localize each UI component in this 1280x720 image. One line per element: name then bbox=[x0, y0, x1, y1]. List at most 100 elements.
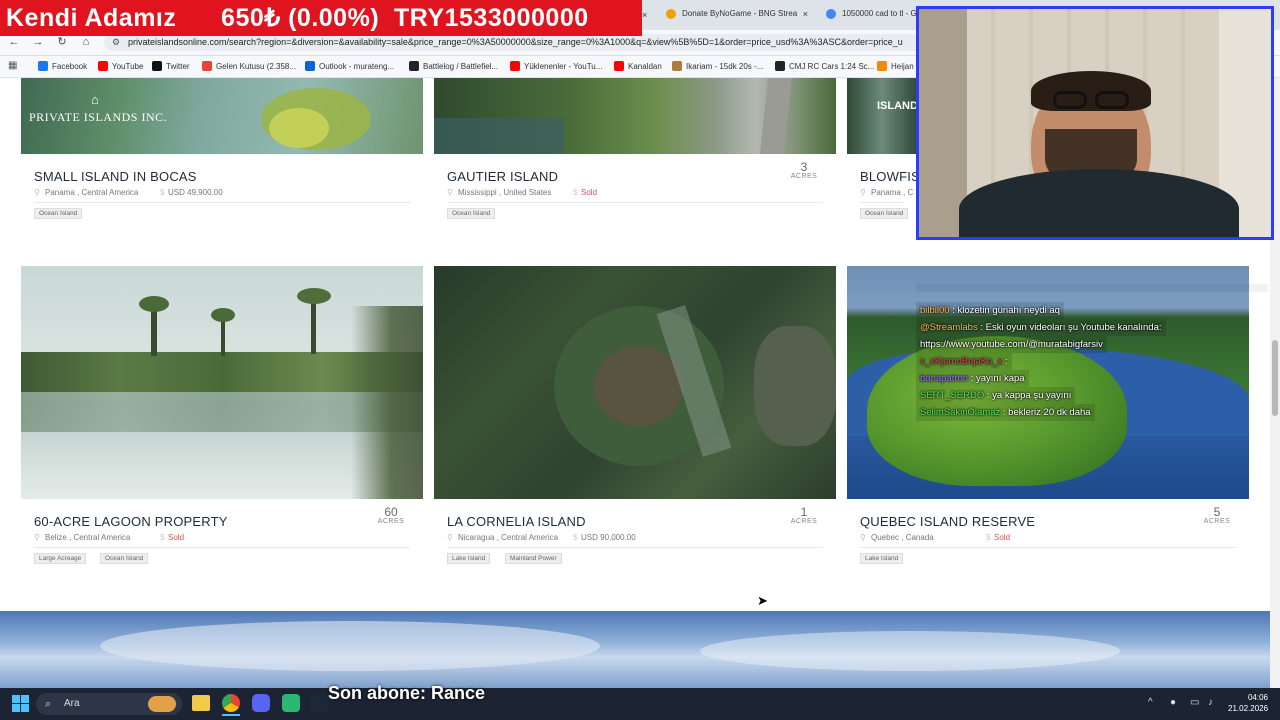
steam-icon[interactable] bbox=[310, 694, 328, 712]
discord-icon[interactable] bbox=[252, 694, 270, 712]
listing-title[interactable]: QUEBEC ISLAND RESERVE bbox=[860, 514, 1035, 529]
bookmark-item[interactable]: YouTube bbox=[98, 60, 143, 73]
app-icon[interactable] bbox=[282, 694, 300, 712]
bookmark-label: Gelen Kutusu (2.358... bbox=[216, 62, 297, 71]
bookmark-favicon-icon bbox=[775, 61, 785, 71]
listing-image[interactable] bbox=[434, 78, 836, 154]
price-icon: $ bbox=[160, 188, 165, 197]
bookmark-favicon-icon bbox=[98, 61, 108, 71]
location-pin-icon: ⚲ bbox=[860, 188, 866, 197]
sold-status: Sold bbox=[168, 533, 185, 542]
reload-icon[interactable]: ↻ bbox=[54, 34, 70, 50]
search-icon: ⌕ bbox=[45, 698, 52, 710]
chat-username: @Streamlabs bbox=[920, 322, 978, 333]
listing-title[interactable]: 60-ACRE LAGOON PROPERTY bbox=[34, 514, 228, 529]
bookmark-favicon-icon bbox=[409, 61, 419, 71]
clock-date: 21.02.2026 bbox=[1228, 704, 1269, 713]
listing-tag[interactable]: Lake Island bbox=[860, 553, 904, 564]
bookmark-favicon-icon bbox=[202, 61, 212, 71]
bookmark-item[interactable]: CMJ RC Cars 1:24 Sc... bbox=[775, 60, 874, 73]
search-highlight-icon bbox=[148, 696, 176, 712]
sold-status: Sold bbox=[994, 533, 1011, 542]
bookmark-label: Battlelog / Battlefiel... bbox=[423, 62, 499, 71]
acres-label: ACRES bbox=[1203, 518, 1231, 525]
listing-tag[interactable]: Ocean Island bbox=[34, 208, 83, 219]
listing-tag[interactable]: Ocean Island bbox=[860, 208, 909, 219]
windows-start-icon[interactable] bbox=[12, 695, 30, 713]
sold-status: Sold bbox=[581, 188, 598, 197]
bookmark-favicon-icon bbox=[152, 61, 162, 71]
network-icon[interactable]: ▭ bbox=[1190, 697, 1199, 708]
tab-donate[interactable]: Donate ByNoGame - BNG Strea × bbox=[660, 5, 812, 30]
acres-label: ACRES bbox=[790, 173, 818, 180]
back-icon[interactable]: ← bbox=[6, 34, 22, 50]
active-app-indicator bbox=[222, 714, 240, 716]
chat-username: SERT_SERDO bbox=[920, 390, 985, 401]
bookmark-item[interactable]: Yüklenenler - YouTu... bbox=[510, 60, 602, 73]
listing-image[interactable] bbox=[21, 266, 423, 499]
listing-tag[interactable]: Large Acreage bbox=[34, 553, 87, 564]
bookmark-item[interactable]: Battlelog / Battlefiel... bbox=[409, 60, 498, 73]
glasses-icon bbox=[1053, 91, 1087, 109]
listing-price: USD 49,900.00 bbox=[168, 188, 223, 197]
bookmark-favicon-icon bbox=[305, 61, 315, 71]
castle-logo-icon: ⌂ bbox=[91, 92, 99, 107]
chat-text: : ya kappa şu yayını bbox=[984, 390, 1072, 401]
chat-text: : yayını kapa bbox=[968, 373, 1025, 384]
image-overlay-text: ISLAND bbox=[877, 100, 917, 112]
close-tab-icon[interactable]: × bbox=[642, 10, 647, 20]
volume-icon[interactable]: ♪ bbox=[1208, 697, 1213, 708]
bookmark-item[interactable]: Ikariam - 15dk 20s -... bbox=[672, 60, 763, 73]
card-divider bbox=[34, 202, 410, 203]
chat-username: bilbil00 bbox=[920, 305, 950, 316]
bookmark-label: Heijan bbox=[891, 62, 914, 71]
price-icon: $ bbox=[160, 533, 165, 542]
bookmark-favicon-icon bbox=[38, 61, 48, 71]
tab-title: 1050000 cad to tl - G bbox=[842, 9, 917, 18]
listing-location: Panama , C bbox=[871, 188, 914, 197]
acres-label: ACRES bbox=[377, 518, 405, 525]
bookmark-label: YouTube bbox=[112, 62, 144, 71]
chrome-icon[interactable] bbox=[222, 694, 240, 712]
bookmark-item[interactable]: Facebook bbox=[38, 60, 87, 73]
listing-tag[interactable]: Mainland Power bbox=[505, 553, 562, 564]
taskbar-search[interactable]: ⌕ Ara bbox=[36, 693, 182, 715]
tray-chevron-icon[interactable]: ^ bbox=[1148, 697, 1153, 708]
listing-tag[interactable]: Ocean Island bbox=[100, 553, 149, 564]
listing-title[interactable]: GAUTIER ISLAND bbox=[447, 169, 558, 184]
listing-title[interactable]: BLOWFIS bbox=[860, 169, 920, 184]
tab-google[interactable]: 1050000 cad to tl - G bbox=[820, 5, 920, 30]
listing-title[interactable]: LA CORNELIA ISLAND bbox=[447, 514, 586, 529]
price-icon: $ bbox=[573, 188, 578, 197]
bookmark-item[interactable]: Gelen Kutusu (2.358... bbox=[202, 60, 296, 73]
stream-chat-overlay: bilbil00 : klozetin günahı neydi aq @Stre… bbox=[916, 284, 1268, 424]
taskbar-clock[interactable]: 04:06 21.02.2026 bbox=[1228, 692, 1268, 714]
site-info-icon[interactable]: ⚙ bbox=[112, 34, 120, 51]
file-explorer-icon[interactable] bbox=[192, 695, 210, 711]
bookmark-item[interactable]: Outlook - murateng... bbox=[305, 60, 394, 73]
listing-location: Mississippi , United States bbox=[458, 188, 552, 197]
listing-image[interactable]: PRIVATE ISLANDS INC. ⌂ bbox=[21, 78, 423, 154]
acres-label: ACRES bbox=[790, 518, 818, 525]
listing-tag[interactable]: Lake Island bbox=[447, 553, 491, 564]
bookmark-item[interactable]: Kanaldan bbox=[614, 60, 662, 73]
close-tab-icon[interactable]: × bbox=[803, 5, 808, 23]
forward-icon[interactable]: → bbox=[30, 34, 46, 50]
listing-image[interactable]: ISLAND bbox=[847, 78, 917, 154]
chat-text: : bekleriz 20 dk daha bbox=[1000, 407, 1091, 418]
bookmark-item[interactable]: Heijan bbox=[877, 60, 914, 73]
clock-time: 04:06 bbox=[1247, 693, 1268, 702]
bookmark-item[interactable]: Twitter bbox=[152, 60, 190, 73]
location-pin-icon: ⚲ bbox=[860, 533, 866, 542]
microphone-icon[interactable]: ● bbox=[1170, 697, 1176, 708]
listing-tag[interactable]: Ocean Island bbox=[447, 208, 496, 219]
apps-grid-icon[interactable]: ▦ bbox=[8, 60, 17, 71]
listing-title[interactable]: SMALL ISLAND IN BOCAS bbox=[34, 169, 197, 184]
listing-image[interactable] bbox=[434, 266, 836, 499]
scrollbar-thumb[interactable] bbox=[1272, 340, 1278, 416]
home-icon[interactable]: ⌂ bbox=[78, 34, 94, 50]
card-divider bbox=[860, 547, 1236, 548]
listing-location: Quebec , Canada bbox=[871, 533, 934, 542]
address-bar[interactable]: ⚙ privateislandsonline.com/search?region… bbox=[104, 34, 924, 51]
bookmark-label: Yüklenenler - YouTu... bbox=[524, 62, 603, 71]
